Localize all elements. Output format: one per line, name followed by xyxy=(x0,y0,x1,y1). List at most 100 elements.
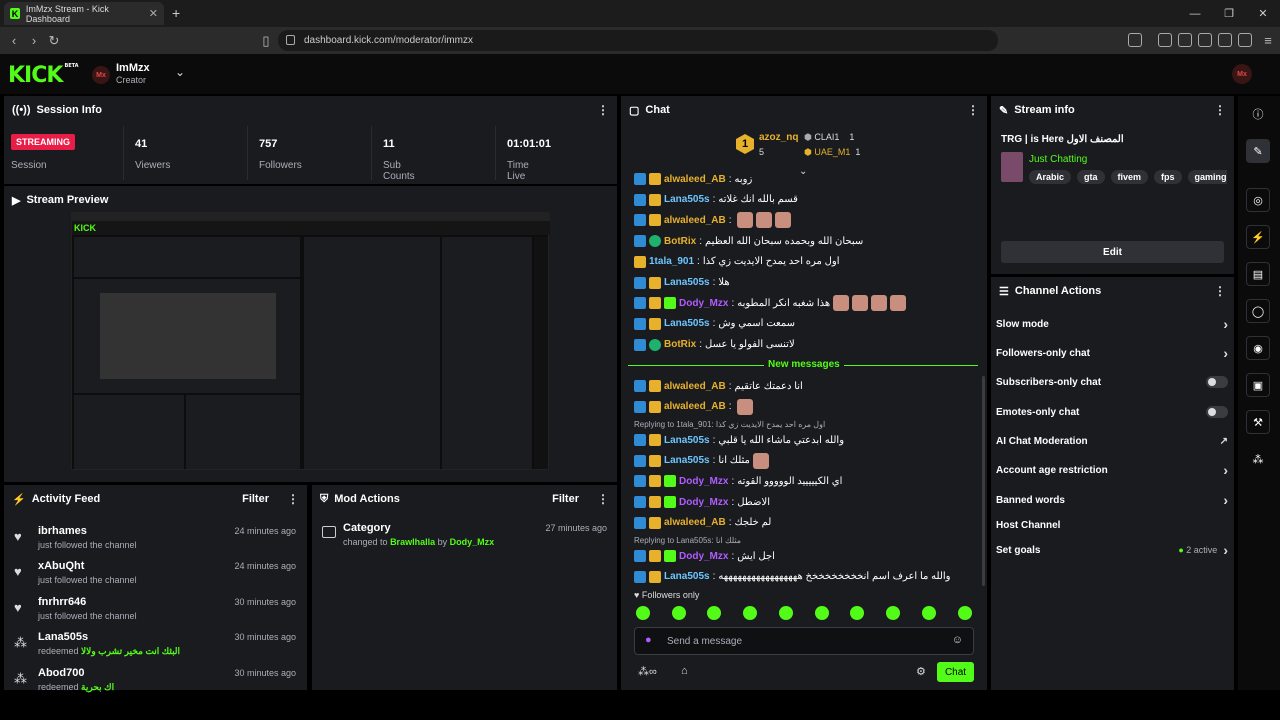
edit-icon[interactable]: ✎ xyxy=(1246,139,1270,163)
chat-message: Lana505s: سمعت اسمي وش xyxy=(634,315,974,333)
close-tab-icon[interactable]: ✕ xyxy=(149,7,158,20)
emoji-picker-icon[interactable]: ☺ xyxy=(952,634,963,646)
reload-icon[interactable]: ↻ xyxy=(44,33,64,49)
mod-filter-button[interactable]: Filter xyxy=(552,493,579,505)
new-tab-button[interactable]: + xyxy=(172,5,180,21)
camera-icon[interactable]: ◎ xyxy=(1246,188,1270,212)
stream-preview-video[interactable]: KICK xyxy=(71,212,550,470)
gift-icon[interactable]: ⌂ xyxy=(681,665,688,677)
channel-role: Creator xyxy=(116,75,147,85)
leaderboard-user: ⬢ CLAI1 1 xyxy=(804,132,855,142)
chat-username[interactable]: alwaleed_AB xyxy=(664,381,726,392)
followers-only-chat-row[interactable]: Followers-only chat › xyxy=(996,339,1228,367)
emote-icon[interactable] xyxy=(672,606,686,620)
channel-actions-menu-icon[interactable]: ⋮ xyxy=(1214,284,1226,298)
media-icon[interactable] xyxy=(1158,33,1172,47)
activity-menu-icon[interactable]: ⋮ xyxy=(287,492,299,506)
tag[interactable]: fps xyxy=(1154,170,1182,184)
chat-username[interactable]: alwaleed_AB xyxy=(664,215,726,226)
account-age-restriction-row[interactable]: Account age restriction › xyxy=(996,456,1228,484)
subscribers-only-toggle[interactable] xyxy=(1206,376,1228,388)
emote-icon[interactable] xyxy=(886,606,900,620)
kick-logo[interactable]: KICK BETA xyxy=(8,63,79,88)
layout-icon[interactable]: ▣ xyxy=(1246,373,1270,397)
chat-username[interactable]: Lana505s xyxy=(664,435,710,446)
activity-filter-button[interactable]: Filter xyxy=(242,493,269,505)
info-icon[interactable]: ⓘ xyxy=(1246,102,1270,126)
screenshot-icon[interactable] xyxy=(1128,33,1142,47)
lightning-icon[interactable]: ⚡ xyxy=(1246,225,1270,249)
browser-tab[interactable]: K ImMzx Stream - Kick Dashboard ✕ xyxy=(4,2,164,25)
chat-text: اجل ايش xyxy=(737,550,775,562)
chat-username[interactable]: Dody_Mzx xyxy=(679,476,728,487)
emote-icon[interactable] xyxy=(707,606,721,620)
chat-input[interactable]: ● Send a message ☺ xyxy=(634,627,974,655)
url-field[interactable]: dashboard.kick.com/moderator/immzx xyxy=(278,30,998,51)
chat-username[interactable]: Lana505s xyxy=(664,571,710,582)
chat-username[interactable]: Lana505s xyxy=(664,318,710,329)
chat-username[interactable]: alwaleed_AB xyxy=(664,174,726,185)
chat-username[interactable]: BotRix xyxy=(664,339,696,350)
restore-icon[interactable]: ❐ xyxy=(1212,0,1246,27)
kick-points-icon[interactable]: ⁂ xyxy=(1246,447,1270,471)
emote-icon[interactable] xyxy=(815,606,829,620)
tag[interactable]: gta xyxy=(1077,170,1105,184)
tag[interactable]: Arabic xyxy=(1029,170,1072,184)
emote-icon[interactable] xyxy=(636,606,650,620)
set-goals-row[interactable]: Set goals ● 2 active › xyxy=(996,536,1228,564)
menu-icon[interactable]: ≡ xyxy=(1258,33,1278,48)
leo-icon[interactable] xyxy=(1238,33,1252,47)
banned-words-row[interactable]: Banned words › xyxy=(996,486,1228,514)
channel-switcher-chevron-icon[interactable]: ⌄ xyxy=(175,65,185,79)
document-icon[interactable]: ▤ xyxy=(1246,262,1270,286)
microphone-icon[interactable]: ● xyxy=(645,634,652,646)
chat-menu-icon[interactable]: ⋮ xyxy=(967,103,979,117)
emote-icon[interactable] xyxy=(850,606,864,620)
chat-username[interactable]: Lana505s xyxy=(664,194,710,205)
ai-chat-moderation-row[interactable]: AI Chat Moderation ↗ xyxy=(996,427,1228,455)
back-icon[interactable]: ‹ xyxy=(4,33,24,48)
emote-icon[interactable] xyxy=(958,606,972,620)
broadcast-icon[interactable]: ◉ xyxy=(1246,336,1270,360)
site-info-icon[interactable] xyxy=(286,35,295,45)
forward-icon[interactable]: › xyxy=(24,33,44,48)
minimize-icon[interactable]: — xyxy=(1178,0,1212,27)
user-avatar[interactable]: Mx xyxy=(1232,64,1252,84)
bookmark-icon[interactable]: ▯ xyxy=(256,33,276,49)
chat-text: سمعت اسمي وش xyxy=(718,318,796,330)
tag[interactable]: gaming xyxy=(1187,170,1227,184)
chat-username[interactable]: alwaleed_AB xyxy=(664,401,726,412)
tag[interactable]: fivem xyxy=(1110,170,1149,184)
slow-mode-row[interactable]: Slow mode › xyxy=(996,310,1228,338)
sidebar-icon[interactable] xyxy=(1178,33,1192,47)
chat-username[interactable]: BotRix xyxy=(664,236,696,247)
session-menu-icon[interactable]: ⋮ xyxy=(597,103,609,117)
chat-settings-gear-icon[interactable]: ⚙ xyxy=(916,665,926,678)
edit-stream-info-button[interactable]: Edit xyxy=(1001,241,1224,263)
emote-icon[interactable] xyxy=(743,606,757,620)
chat-username[interactable]: alwaleed_AB xyxy=(664,517,726,528)
divider xyxy=(371,126,372,180)
host-channel-row[interactable]: Host Channel xyxy=(996,511,1228,539)
vpn-icon[interactable] xyxy=(1218,33,1232,47)
chat-message: Lana505s: قسم بالله انك غلاته xyxy=(634,191,974,209)
send-chat-button[interactable]: Chat xyxy=(937,662,974,682)
emote-icon[interactable] xyxy=(779,606,793,620)
stream-category[interactable]: Just Chatting xyxy=(1029,154,1087,165)
chat-username[interactable]: Lana505s xyxy=(664,277,710,288)
chat-username[interactable]: Dody_Mzx xyxy=(679,497,728,508)
mod-menu-icon[interactable]: ⋮ xyxy=(597,492,609,506)
chat-username[interactable]: 1tala_901 xyxy=(649,256,694,267)
wrench-icon[interactable]: ⚒ xyxy=(1246,410,1270,434)
chat-username[interactable]: Dody_Mzx xyxy=(679,551,728,562)
chat-username[interactable]: Dody_Mzx xyxy=(679,298,728,309)
wallet-icon[interactable] xyxy=(1198,33,1212,47)
chat-username[interactable]: Lana505s xyxy=(664,455,710,466)
emotes-only-toggle[interactable] xyxy=(1206,406,1228,418)
chat-icon[interactable]: ◯ xyxy=(1246,299,1270,323)
emote-icon[interactable] xyxy=(922,606,936,620)
close-window-icon[interactable]: ✕ xyxy=(1246,0,1280,27)
stream-info-menu-icon[interactable]: ⋮ xyxy=(1214,103,1226,117)
chat-scrollbar[interactable] xyxy=(982,376,985,586)
kick-points-icon[interactable]: ⁂∞ xyxy=(638,665,657,678)
